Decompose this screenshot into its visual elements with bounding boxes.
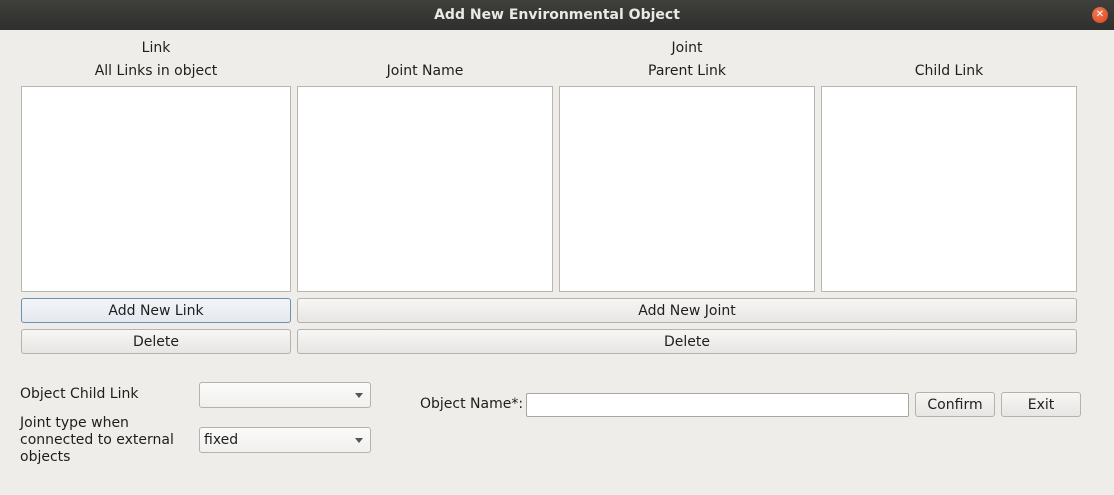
delete-link-button[interactable]: Delete [21, 329, 291, 354]
close-button[interactable]: ✕ [1092, 7, 1108, 23]
add-new-joint-button[interactable]: Add New Joint [297, 298, 1077, 323]
object-name-label: Object Name*: [420, 396, 524, 412]
object-child-link-combo[interactable] [199, 382, 371, 408]
chevron-down-icon [355, 438, 363, 443]
title-bar: Add New Environmental Object ✕ [0, 0, 1114, 30]
close-icon: ✕ [1095, 9, 1105, 20]
joint-name-label: Joint Name [386, 63, 464, 79]
chevron-down-icon [355, 393, 363, 398]
links-list[interactable] [21, 86, 291, 292]
joint-type-combo[interactable]: fixed [199, 427, 371, 453]
joint-type-label: Joint type when connected to external ob… [20, 415, 174, 465]
link-heading: Link [141, 40, 171, 56]
all-links-label: All Links in object [94, 63, 218, 79]
parent-link-label: Parent Link [648, 63, 726, 79]
joint-heading: Joint [671, 40, 703, 56]
joint-type-value: fixed [204, 432, 239, 448]
add-new-link-button[interactable]: Add New Link [21, 298, 291, 323]
window-title: Add New Environmental Object [434, 7, 680, 23]
confirm-button[interactable]: Confirm [915, 392, 995, 417]
child-link-list[interactable] [821, 86, 1077, 292]
parent-link-list[interactable] [559, 86, 815, 292]
delete-joint-button[interactable]: Delete [297, 329, 1077, 354]
object-name-input[interactable] [526, 393, 909, 417]
exit-button[interactable]: Exit [1001, 392, 1081, 417]
object-child-link-label: Object Child Link [20, 386, 139, 402]
joint-name-list[interactable] [297, 86, 553, 292]
child-link-label: Child Link [914, 63, 984, 79]
